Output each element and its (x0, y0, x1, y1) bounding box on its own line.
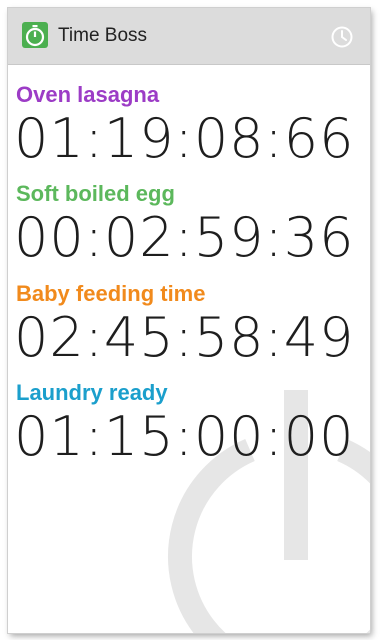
timer-item-oven-lasagna[interactable]: Oven lasagna 01:19:08:66 (8, 64, 370, 168)
timer-name: Soft boiled egg (16, 181, 175, 206)
timer-name: Oven lasagna (16, 82, 160, 107)
app-window: Time Boss Oven lasagna 01:19:08:66 Soft … (8, 8, 370, 633)
stopwatch-icon[interactable] (22, 22, 48, 48)
timer-countdown: 01:19:08:66 (14, 107, 355, 170)
timer-countdown: 02:45:58:49 (14, 306, 355, 369)
timer-countdown: 01:15:00:00 (14, 405, 355, 468)
timer-name: Baby feeding time (16, 281, 206, 306)
timer-item-baby-feeding-time[interactable]: Baby feeding time 02:45:58:49 (8, 263, 370, 367)
action-bar: Time Boss (8, 8, 370, 65)
timer-name: Laundry ready (16, 380, 168, 405)
timer-item-soft-boiled-egg[interactable]: Soft boiled egg 00:02:59:36 (8, 163, 370, 267)
clock-history-icon[interactable] (330, 25, 354, 49)
timer-item-laundry-ready[interactable]: Laundry ready 01:15:00:00 (8, 362, 370, 466)
app-title: Time Boss (58, 25, 148, 46)
timer-countdown: 00:02:59:36 (14, 206, 355, 269)
